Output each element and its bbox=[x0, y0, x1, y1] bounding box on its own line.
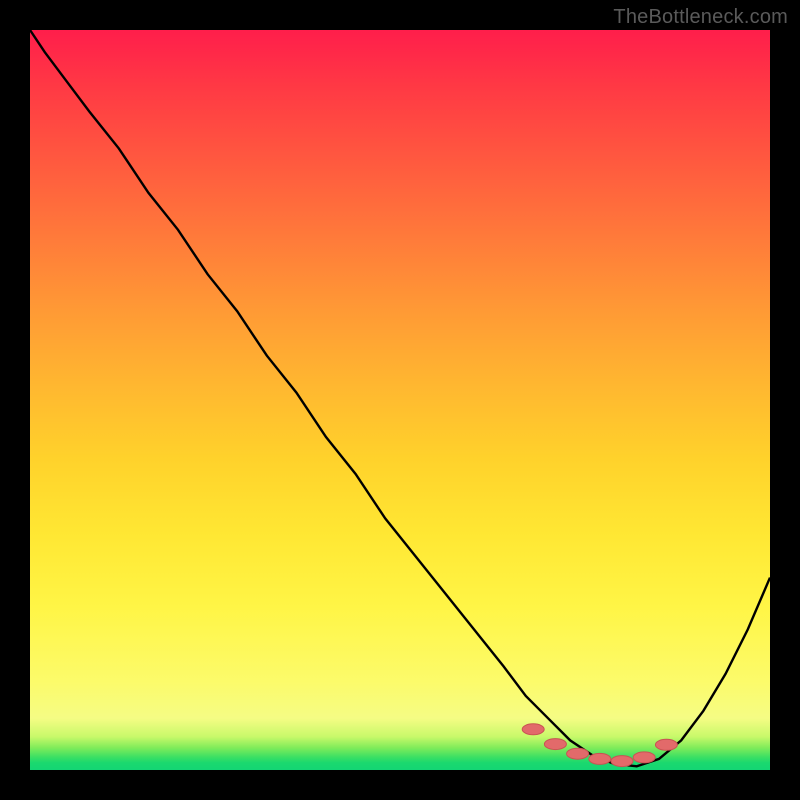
chart-svg bbox=[30, 30, 770, 770]
optimal-band-marker bbox=[567, 748, 589, 759]
plot-area bbox=[30, 30, 770, 770]
optimal-band-marker bbox=[655, 739, 677, 750]
optimal-band-markers bbox=[522, 724, 677, 767]
optimal-band-marker bbox=[633, 752, 655, 763]
watermark-text: TheBottleneck.com bbox=[613, 6, 788, 29]
chart-frame: TheBottleneck.com bbox=[0, 0, 800, 800]
bottleneck-curve bbox=[30, 30, 770, 766]
optimal-band-marker bbox=[522, 724, 544, 735]
optimal-band-marker bbox=[589, 753, 611, 764]
optimal-band-marker bbox=[544, 739, 566, 750]
optimal-band-marker bbox=[611, 756, 633, 767]
